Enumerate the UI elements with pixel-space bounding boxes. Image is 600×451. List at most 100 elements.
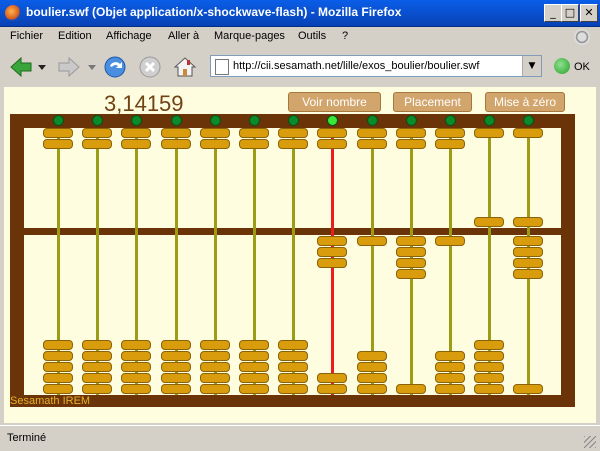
mise-a-zero-button[interactable]: Mise à zéro bbox=[485, 92, 565, 112]
lower-bead[interactable] bbox=[239, 373, 269, 383]
lower-bead[interactable] bbox=[396, 258, 426, 268]
upper-bead[interactable] bbox=[396, 128, 426, 138]
upper-bead[interactable] bbox=[161, 139, 191, 149]
upper-bead[interactable] bbox=[435, 128, 465, 138]
lower-bead[interactable] bbox=[357, 351, 387, 361]
menu-marque-pages[interactable]: Marque-pages bbox=[214, 30, 285, 42]
lower-bead[interactable] bbox=[513, 258, 543, 268]
menu-help[interactable]: ? bbox=[342, 30, 348, 42]
lower-bead[interactable] bbox=[396, 384, 426, 394]
lower-bead[interactable] bbox=[278, 373, 308, 383]
back-dropdown-icon[interactable] bbox=[38, 65, 46, 71]
lower-bead[interactable] bbox=[474, 362, 504, 372]
upper-bead[interactable] bbox=[82, 139, 112, 149]
rod-indicator-dot[interactable] bbox=[406, 115, 417, 126]
lower-bead[interactable] bbox=[396, 236, 426, 246]
rod-indicator-dot[interactable] bbox=[131, 115, 142, 126]
upper-bead[interactable] bbox=[474, 128, 504, 138]
lower-bead[interactable] bbox=[121, 362, 151, 372]
lower-bead[interactable] bbox=[239, 340, 269, 350]
lower-bead[interactable] bbox=[82, 351, 112, 361]
close-button[interactable]: ✕ bbox=[580, 4, 598, 22]
menu-aller-a[interactable]: Aller à bbox=[168, 30, 199, 42]
lower-bead[interactable] bbox=[435, 373, 465, 383]
stop-icon[interactable] bbox=[137, 54, 163, 80]
menu-outils[interactable]: Outils bbox=[298, 30, 326, 42]
rod-indicator-dot[interactable] bbox=[53, 115, 64, 126]
lower-bead[interactable] bbox=[121, 351, 151, 361]
lower-bead[interactable] bbox=[200, 373, 230, 383]
lower-bead[interactable] bbox=[474, 384, 504, 394]
lower-bead[interactable] bbox=[278, 351, 308, 361]
upper-bead[interactable] bbox=[43, 128, 73, 138]
lower-bead[interactable] bbox=[435, 362, 465, 372]
upper-bead[interactable] bbox=[239, 128, 269, 138]
minimize-button[interactable]: _ bbox=[544, 4, 562, 22]
lower-bead[interactable] bbox=[396, 269, 426, 279]
lower-bead[interactable] bbox=[357, 373, 387, 383]
upper-bead[interactable] bbox=[435, 139, 465, 149]
lower-bead[interactable] bbox=[474, 351, 504, 361]
lower-bead[interactable] bbox=[239, 351, 269, 361]
lower-bead[interactable] bbox=[357, 384, 387, 394]
upper-bead[interactable] bbox=[357, 128, 387, 138]
upper-bead[interactable] bbox=[474, 217, 504, 227]
rod-indicator-dot[interactable] bbox=[367, 115, 378, 126]
lower-bead[interactable] bbox=[200, 340, 230, 350]
lower-bead[interactable] bbox=[239, 362, 269, 372]
menu-fichier[interactable]: Fichier bbox=[10, 30, 43, 42]
upper-bead[interactable] bbox=[239, 139, 269, 149]
lower-bead[interactable] bbox=[161, 340, 191, 350]
back-arrow-icon[interactable] bbox=[8, 54, 34, 80]
lower-bead[interactable] bbox=[82, 384, 112, 394]
lower-bead[interactable] bbox=[161, 351, 191, 361]
lower-bead[interactable] bbox=[43, 351, 73, 361]
rod-indicator-dot[interactable] bbox=[523, 115, 534, 126]
reload-icon[interactable] bbox=[102, 54, 128, 80]
rod-indicator-dot[interactable] bbox=[210, 115, 221, 126]
lower-bead[interactable] bbox=[82, 340, 112, 350]
upper-bead[interactable] bbox=[161, 128, 191, 138]
rod-indicator-dot[interactable] bbox=[288, 115, 299, 126]
maximize-button[interactable]: □ bbox=[561, 4, 579, 22]
lower-bead[interactable] bbox=[513, 236, 543, 246]
lower-bead[interactable] bbox=[82, 373, 112, 383]
lower-bead[interactable] bbox=[82, 362, 112, 372]
placement-button[interactable]: Placement bbox=[393, 92, 472, 112]
go-label[interactable]: OK bbox=[574, 61, 590, 73]
home-icon[interactable] bbox=[172, 54, 198, 80]
rod-indicator-dot[interactable] bbox=[327, 115, 338, 126]
url-text[interactable]: http://cii.sesamath.net/lille/exos_bouli… bbox=[233, 60, 479, 72]
lower-bead[interactable] bbox=[200, 362, 230, 372]
rod-indicator-dot[interactable] bbox=[445, 115, 456, 126]
resize-grip-icon[interactable] bbox=[584, 436, 596, 448]
upper-bead[interactable] bbox=[121, 139, 151, 149]
upper-bead[interactable] bbox=[82, 128, 112, 138]
lower-bead[interactable] bbox=[121, 340, 151, 350]
lower-bead[interactable] bbox=[278, 384, 308, 394]
lower-bead[interactable] bbox=[161, 384, 191, 394]
upper-bead[interactable] bbox=[200, 128, 230, 138]
rod-indicator-dot[interactable] bbox=[484, 115, 495, 126]
lower-bead[interactable] bbox=[435, 351, 465, 361]
rod-indicator-dot[interactable] bbox=[92, 115, 103, 126]
upper-bead[interactable] bbox=[278, 128, 308, 138]
lower-bead[interactable] bbox=[121, 373, 151, 383]
lower-bead[interactable] bbox=[161, 373, 191, 383]
upper-bead[interactable] bbox=[43, 139, 73, 149]
lower-bead[interactable] bbox=[239, 384, 269, 394]
lower-bead[interactable] bbox=[396, 247, 426, 257]
lower-bead[interactable] bbox=[43, 384, 73, 394]
lower-bead[interactable] bbox=[357, 236, 387, 246]
upper-bead[interactable] bbox=[317, 128, 347, 138]
lower-bead[interactable] bbox=[317, 373, 347, 383]
lower-bead[interactable] bbox=[278, 340, 308, 350]
lower-bead[interactable] bbox=[121, 384, 151, 394]
upper-bead[interactable] bbox=[200, 139, 230, 149]
upper-bead[interactable] bbox=[513, 217, 543, 227]
lower-bead[interactable] bbox=[43, 340, 73, 350]
lower-bead[interactable] bbox=[278, 362, 308, 372]
lower-bead[interactable] bbox=[200, 384, 230, 394]
lower-bead[interactable] bbox=[435, 384, 465, 394]
url-bar[interactable]: http://cii.sesamath.net/lille/exos_bouli… bbox=[210, 55, 542, 77]
